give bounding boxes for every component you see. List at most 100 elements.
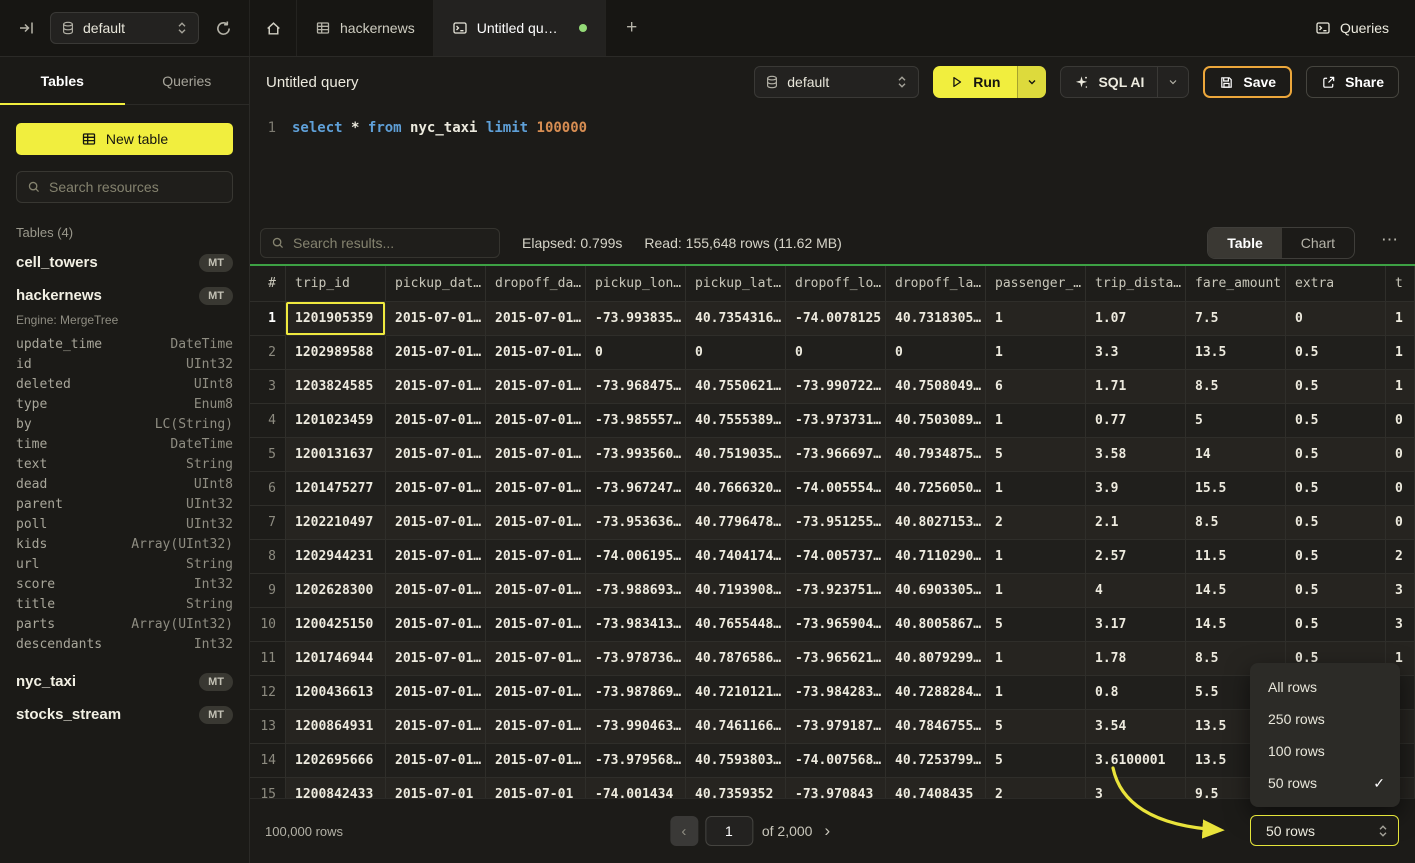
cell[interactable]: 0 — [1286, 302, 1386, 336]
cell[interactable]: 5 — [986, 710, 1086, 744]
view-table-tab[interactable]: Table — [1208, 228, 1282, 258]
cell[interactable]: 6 — [986, 370, 1086, 404]
cell[interactable]: 2015-07-01… — [386, 302, 486, 336]
menu-item-100-rows[interactable]: 100 rows — [1250, 735, 1400, 767]
row-number[interactable]: 3 — [250, 370, 286, 404]
cell[interactable]: -73.985557… — [586, 404, 686, 438]
cell[interactable]: 5 — [986, 608, 1086, 642]
cell[interactable]: -73.978736… — [586, 642, 686, 676]
cell[interactable]: 2015-07-01… — [386, 744, 486, 778]
cell[interactable]: 40.7519035… — [686, 438, 786, 472]
cell[interactable]: 0.8 — [1086, 676, 1186, 710]
cell[interactable]: 0 — [1386, 404, 1415, 438]
sidebar-item-stocks-stream[interactable]: stocks_stream MT — [16, 698, 233, 731]
column-header[interactable]: trip_id — [286, 266, 386, 302]
cell[interactable]: -73.923751… — [786, 574, 886, 608]
cell[interactable]: 2015-07-01… — [486, 676, 586, 710]
row-number[interactable]: 5 — [250, 438, 286, 472]
cell[interactable]: 1.71 — [1086, 370, 1186, 404]
cell[interactable]: 3 — [1386, 574, 1415, 608]
cell[interactable]: -73.970843 — [786, 778, 886, 798]
row-number[interactable]: 14 — [250, 744, 286, 778]
cell[interactable]: -74.007568… — [786, 744, 886, 778]
cell[interactable]: 40.7508049… — [886, 370, 986, 404]
cell[interactable]: 2015-07-01… — [486, 710, 586, 744]
row-number[interactable]: 12 — [250, 676, 286, 710]
column-header[interactable]: passenger_… — [986, 266, 1086, 302]
cell[interactable]: 2015-07-01… — [486, 642, 586, 676]
cell[interactable]: 40.7408435 — [886, 778, 986, 798]
cell[interactable]: 0 — [886, 336, 986, 370]
results-search-input[interactable] — [293, 235, 489, 251]
cell[interactable]: 40.7256050… — [886, 472, 986, 506]
new-tab-button[interactable]: + — [606, 0, 658, 56]
column-header[interactable]: pickup_lat… — [686, 266, 786, 302]
cell[interactable]: 40.7359352 — [686, 778, 786, 798]
cell[interactable]: 2015-07-01… — [386, 574, 486, 608]
cell[interactable]: 40.7110290… — [886, 540, 986, 574]
cell[interactable]: 1 — [986, 676, 1086, 710]
cell[interactable]: 2015-07-01… — [486, 608, 586, 642]
cell[interactable]: 8.5 — [1186, 506, 1286, 540]
column-header[interactable]: trip_dista… — [1086, 266, 1186, 302]
cell[interactable]: 0 — [1386, 472, 1415, 506]
cell[interactable]: 3.9 — [1086, 472, 1186, 506]
row-number[interactable]: 13 — [250, 710, 286, 744]
collapse-sidebar-icon[interactable] — [14, 16, 38, 40]
row-number[interactable]: 10 — [250, 608, 286, 642]
cell[interactable]: 15.5 — [1186, 472, 1286, 506]
row-number[interactable]: 11 — [250, 642, 286, 676]
cell[interactable]: 1200131637 — [286, 438, 386, 472]
cell[interactable]: -73.973731… — [786, 404, 886, 438]
cell[interactable]: 2015-07-01… — [386, 710, 486, 744]
cell[interactable]: 40.7593803… — [686, 744, 786, 778]
cell[interactable]: 1202210497 — [286, 506, 386, 540]
sidebar-tab-tables[interactable]: Tables — [0, 57, 125, 104]
schema-column[interactable]: deadUInt8 — [16, 475, 233, 495]
schema-column[interactable]: partsArray(UInt32) — [16, 615, 233, 635]
sql-ai-options-button[interactable] — [1157, 67, 1188, 97]
schema-column[interactable]: textString — [16, 455, 233, 475]
cell[interactable]: -73.951255… — [786, 506, 886, 540]
cell[interactable]: -73.968475… — [586, 370, 686, 404]
cell[interactable]: 5 — [986, 438, 1086, 472]
prev-page-button[interactable]: ‹ — [670, 816, 698, 846]
cell[interactable]: -73.988693… — [586, 574, 686, 608]
resource-search[interactable] — [16, 171, 233, 203]
cell[interactable]: -73.953636… — [586, 506, 686, 540]
cell[interactable]: 2015-07-01… — [486, 404, 586, 438]
cell[interactable]: 0.5 — [1286, 404, 1386, 438]
sidebar-item-cell-towers[interactable]: cell_towers MT — [16, 246, 233, 279]
refresh-icon[interactable] — [211, 16, 235, 40]
cell[interactable]: 40.7666320… — [686, 472, 786, 506]
cell[interactable]: -74.0078125 — [786, 302, 886, 336]
cell[interactable]: -73.979568… — [586, 744, 686, 778]
cell[interactable]: 0.5 — [1286, 506, 1386, 540]
cell[interactable]: 40.7655448… — [686, 608, 786, 642]
cell[interactable]: -73.965904… — [786, 608, 886, 642]
cell[interactable]: 13.5 — [1186, 336, 1286, 370]
cell[interactable]: 40.7404174… — [686, 540, 786, 574]
cell[interactable]: 2015-07-01… — [486, 506, 586, 540]
cell[interactable]: 1200842433 — [286, 778, 386, 798]
cell[interactable]: 1200864931 — [286, 710, 386, 744]
tab-home[interactable] — [250, 0, 297, 56]
cell[interactable]: 1201905359 — [286, 302, 386, 336]
cell[interactable]: 2015-07-01… — [486, 302, 586, 336]
column-header[interactable]: dropoff_la… — [886, 266, 986, 302]
tab-untitled-query[interactable]: Untitled qu… — [434, 0, 606, 56]
cell[interactable]: -73.983413… — [586, 608, 686, 642]
cell[interactable]: 40.7503089… — [886, 404, 986, 438]
cell[interactable]: 3.54 — [1086, 710, 1186, 744]
cell[interactable]: 40.8005867… — [886, 608, 986, 642]
cell[interactable]: -73.993835… — [586, 302, 686, 336]
schema-column[interactable]: parentUInt32 — [16, 495, 233, 515]
cell[interactable]: -74.005737… — [786, 540, 886, 574]
cell[interactable]: -73.966697… — [786, 438, 886, 472]
sidebar-tab-queries[interactable]: Queries — [125, 57, 250, 104]
row-number[interactable]: 15 — [250, 778, 286, 798]
cell[interactable]: 2015-07-01… — [486, 472, 586, 506]
cell[interactable]: 2015-07-01… — [486, 744, 586, 778]
cell[interactable]: -73.979187… — [786, 710, 886, 744]
cell[interactable]: -73.990463… — [586, 710, 686, 744]
